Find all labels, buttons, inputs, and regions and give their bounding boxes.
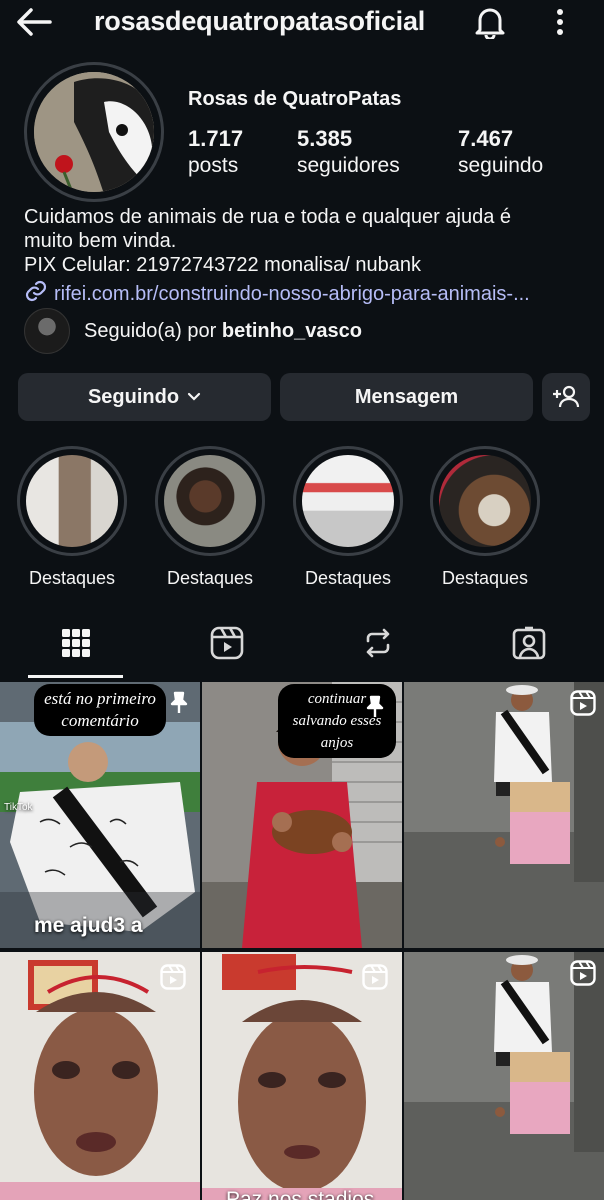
story-highlight[interactable]: Destaques (154, 446, 266, 589)
post-thumbnail[interactable] (0, 952, 200, 1200)
following-button[interactable]: Seguindo (18, 373, 271, 421)
reel-icon (160, 964, 186, 990)
followers-count[interactable]: 5.385 seguidores (297, 126, 400, 180)
reel-icon (570, 960, 596, 986)
post-thumbnail[interactable]: continuar salvando esses anjos (202, 682, 402, 948)
highlight-label: Destaques (28, 568, 116, 588)
post-thumbnail[interactable]: Paz nos stadios (202, 952, 402, 1200)
follower-avatar (24, 308, 70, 354)
reel-icon (570, 690, 596, 716)
avatar-image (34, 72, 154, 192)
message-button[interactable]: Mensagem (280, 373, 533, 421)
highlight-cover (17, 446, 127, 556)
followers-count-label: seguidores (297, 154, 400, 177)
display-name: Rosas de QuatroPatas (188, 88, 402, 110)
profile-tabs (0, 612, 604, 680)
highlight-cover (155, 446, 265, 556)
reels-icon (210, 626, 244, 665)
story-highlight[interactable]: Destaques (292, 446, 404, 589)
more-options-icon[interactable] (540, 2, 580, 42)
followed-by-user: betinho_vasco (221, 319, 362, 342)
reposts-icon (362, 627, 394, 664)
bio-line: Cuidamos de animais de rua e toda e qual… (24, 206, 511, 228)
reel-icon (362, 964, 388, 990)
profile-avatar[interactable] (24, 62, 164, 202)
posts-count-value: 1.717 (188, 126, 244, 151)
profile-username: rosasdequatropatasoficial (94, 6, 426, 36)
story-highlight[interactable]: Destaques (429, 446, 541, 589)
post-thumbnail[interactable] (404, 952, 604, 1200)
story-highlight[interactable]: Destaques (16, 446, 128, 589)
tagged-icon (512, 626, 546, 665)
link-icon (24, 279, 48, 309)
grid-icon (61, 628, 91, 663)
followed-by[interactable]: Seguido(a) por betinho_vasco (24, 308, 362, 354)
profile-link-text: rifei.com.br/construindo-nosso-abrigo-pa… (54, 282, 530, 305)
highlight-label: Destaques (441, 568, 529, 588)
tab-reels[interactable] (151, 612, 302, 678)
following-count-label: seguindo (458, 154, 544, 177)
profile-link[interactable]: rifei.com.br/construindo-nosso-abrigo-pa… (24, 279, 530, 309)
bio-line: muito bem vinda. (24, 230, 177, 252)
tab-reposts[interactable] (302, 612, 453, 678)
posts-count[interactable]: 1.717 posts (188, 126, 243, 180)
bio-line: PIX Celular: 21972743722 monalisa/ nuban… (24, 254, 421, 276)
post-thumbnail[interactable] (404, 682, 604, 948)
following-count-value: 7.467 (458, 126, 514, 151)
followers-count-value: 5.385 (297, 126, 353, 151)
active-tab-indicator (28, 675, 123, 678)
following-button-label: Seguindo (87, 385, 180, 408)
tab-posts[interactable] (0, 612, 151, 678)
post-caption-overlay: está no primeiro comentário (34, 684, 166, 736)
post-bottom-text: Paz nos stadios (226, 1188, 375, 1200)
top-bar: rosasdequatropatasoficial (0, 0, 604, 46)
post-watermark: TikTok (4, 802, 33, 813)
message-button-label: Mensagem (354, 385, 459, 408)
bell-icon[interactable] (470, 2, 510, 42)
chevron-down-icon (187, 392, 201, 402)
tab-tagged[interactable] (453, 612, 604, 678)
followed-by-prefix: Seguido(a) por (84, 319, 217, 342)
add-person-icon (552, 385, 580, 409)
post-bottom-text: me ajud3 a (34, 914, 143, 937)
post-thumbnail[interactable]: está no primeiro comentário me ajud3 a T… (0, 682, 200, 948)
back-arrow-icon[interactable] (14, 4, 54, 40)
following-count[interactable]: 7.467 seguindo (458, 126, 543, 180)
highlight-label: Destaques (166, 568, 254, 588)
pin-icon (362, 694, 388, 720)
pin-icon (166, 690, 192, 716)
suggest-user-button[interactable] (542, 373, 590, 421)
profile-bio: Cuidamos de animais de rua e toda e qual… (24, 205, 594, 277)
highlight-cover (430, 446, 540, 556)
highlight-label: Destaques (304, 568, 392, 588)
highlight-cover (293, 446, 403, 556)
posts-count-label: posts (188, 154, 239, 177)
